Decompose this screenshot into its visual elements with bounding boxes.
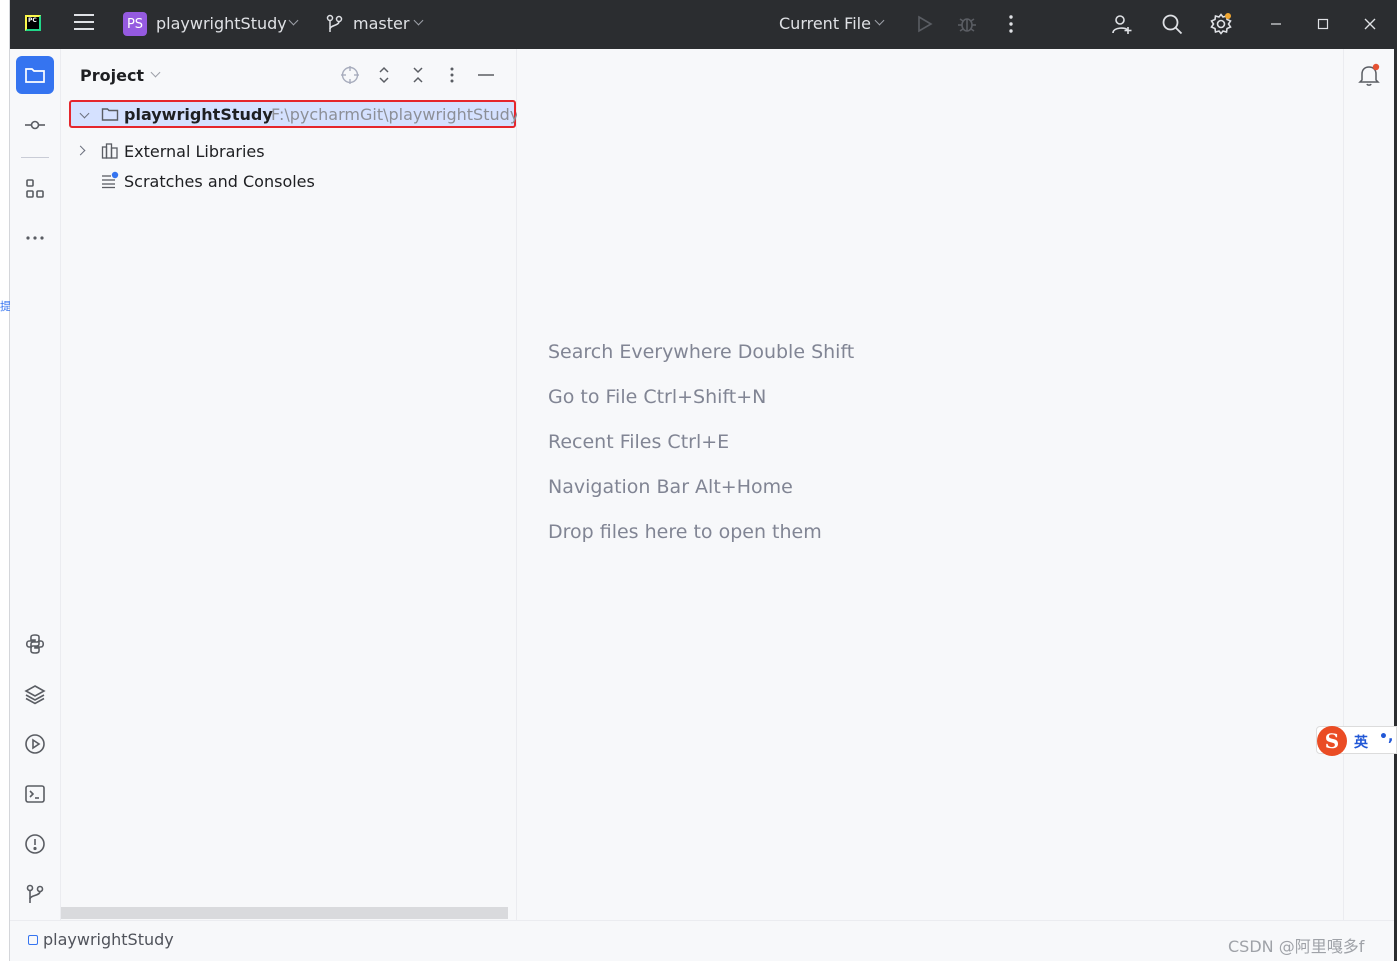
chevron-right-icon[interactable] [75,145,86,156]
ime-mode-indicator[interactable]: 英 [1354,732,1368,752]
tree-item-project-root[interactable]: playwrightStudy F:\pycharmGit\playwright… [69,100,520,128]
status-project-name[interactable]: playwrightStudy [43,930,174,949]
horizontal-scrollbar[interactable] [61,907,508,919]
ellipsis-icon [26,236,44,240]
structure-tool-button[interactable] [16,170,54,208]
ide-window: 提 PC PS playwrightStudy master Current F… [0,0,1397,961]
locate-file-icon[interactable] [338,63,362,87]
chevron-down-icon[interactable] [288,15,299,26]
services-tool-button[interactable] [16,725,54,763]
chevron-down-icon[interactable] [150,67,161,78]
chevron-down-icon[interactable] [79,108,90,119]
status-bar: playwrightStudy CSDN @阿里嘎多f [10,920,1394,961]
git-branch-icon [26,884,44,903]
commit-icon [25,120,45,130]
tree-item-label: playwrightStudy [124,104,273,124]
editor-empty-area[interactable]: Search Everywhere Double Shift Go to Fil… [517,49,1343,920]
right-tool-strip [1343,49,1394,920]
more-tool-windows-button[interactable] [16,219,54,257]
minimize-window-icon[interactable] [1264,12,1288,36]
hint-go-to-file: Go to File Ctrl+Shift+N [548,386,767,408]
left-tool-strip [10,49,61,920]
more-actions-icon[interactable] [999,12,1023,36]
services-play-icon [25,734,45,754]
terminal-tool-button[interactable] [16,775,54,813]
folder-icon [25,68,45,83]
title-bar: PC PS playwrightStudy master Current Fil… [10,0,1394,49]
git-tool-button[interactable] [16,875,54,913]
project-status-icon [28,935,38,945]
tree-item-label: Scratches and Consoles [124,171,315,191]
hint-search-everywhere: Search Everywhere Double Shift [548,341,855,363]
tool-strip-divider [21,157,49,158]
options-menu-icon[interactable] [440,63,464,87]
vcs-branch-name[interactable]: master [353,14,409,33]
pycharm-logo-icon: PC [25,15,41,31]
settings-gear-icon[interactable] [1209,12,1233,36]
layers-icon [24,685,46,705]
python-console-button[interactable] [16,625,54,663]
problems-tool-button[interactable] [16,825,54,863]
project-badge[interactable]: PS [123,12,147,36]
folder-icon [101,108,119,121]
hint-navigation-bar: Navigation Bar Alt+Home [548,476,793,498]
project-panel-title[interactable]: Project [80,66,144,85]
left-window-edge: 提 [0,0,11,961]
search-icon[interactable] [1160,12,1184,36]
python-packages-button[interactable] [16,675,54,713]
run-configuration-selector[interactable]: Current File [779,14,871,33]
hint-recent-files: Recent Files Ctrl+E [548,431,730,453]
library-icon [101,143,118,159]
project-widget-name[interactable]: playwrightStudy [156,14,287,33]
collapse-all-icon[interactable] [406,63,430,87]
ime-punctuation-indicator[interactable]: •, [1379,729,1393,745]
logo-text: PC [28,17,37,24]
sogou-logo-icon: S [1317,726,1347,756]
commit-tool-button[interactable] [16,106,54,144]
ime-toolbar[interactable]: S 英 •, [1316,726,1397,756]
structure-icon [26,179,44,198]
tree-item-label: External Libraries [124,141,265,161]
problems-icon [25,834,45,854]
debug-icon[interactable] [955,12,979,36]
notifications-bell-icon[interactable] [1357,63,1381,87]
python-icon [25,634,45,654]
run-icon[interactable] [912,12,936,36]
tree-item-scratches[interactable]: Scratches and Consoles [61,167,517,195]
scratches-icon [102,171,119,189]
hint-drop-files: Drop files here to open them [548,521,822,543]
chevron-down-icon[interactable] [413,15,424,26]
terminal-icon [25,785,45,803]
git-branch-icon[interactable] [326,14,344,34]
tree-item-path: F:\pycharmGit\playwrightStudy [271,104,520,124]
close-window-icon[interactable] [1358,12,1382,36]
maximize-window-icon[interactable] [1311,12,1335,36]
project-tool-button[interactable] [16,56,54,94]
add-user-icon[interactable] [1110,12,1134,36]
main-menu-icon[interactable] [74,14,94,32]
project-tool-window: Project playwrightStudy F:\pycharmGit\pl… [61,49,520,920]
csdn-watermark: CSDN @阿里嘎多f [1228,937,1365,956]
tree-item-external-libraries[interactable]: External Libraries [61,137,517,165]
expand-all-icon[interactable] [372,63,396,87]
hide-panel-icon[interactable] [474,63,498,87]
chevron-down-icon[interactable] [874,15,885,26]
